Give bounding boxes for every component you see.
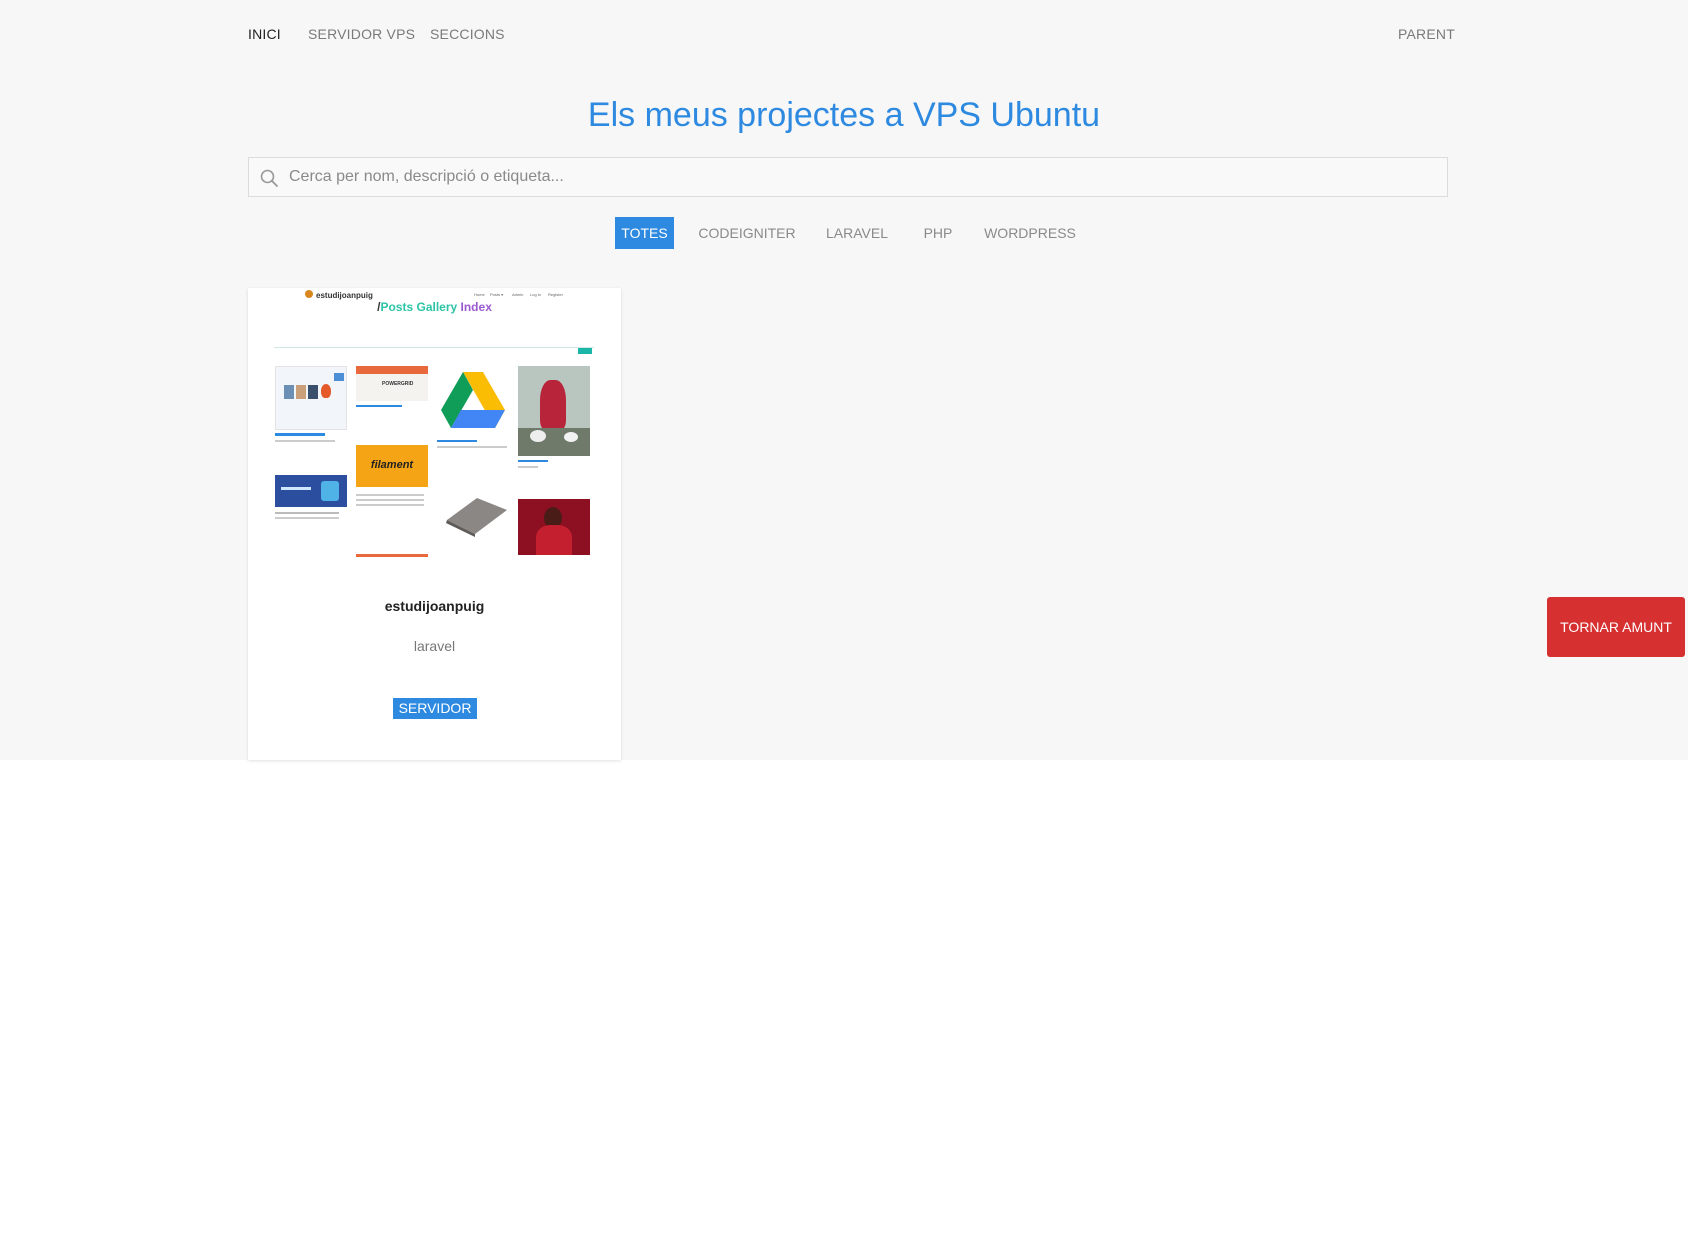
filter-php[interactable]: PHP bbox=[913, 217, 963, 249]
thumbnail-nav-item: Posts ▾ bbox=[490, 292, 504, 297]
nav-item-parent[interactable]: PARENT bbox=[1398, 26, 1455, 42]
top-navigation: INICI SERVIDOR VPS SECCIONS PARENT bbox=[248, 26, 1455, 50]
project-card: estudijoanpuig Home Posts ▾ Admin Log in… bbox=[248, 288, 621, 760]
thumbnail-tile-gallery bbox=[275, 366, 347, 430]
nav-item-seccions[interactable]: SECCIONS bbox=[430, 26, 505, 42]
thumbnail-heading-index: Index bbox=[457, 300, 492, 314]
filter-codeigniter[interactable]: CODEIGNITER bbox=[694, 217, 800, 249]
thumbnail-tile-laptop bbox=[437, 490, 509, 540]
back-to-top-button[interactable]: TORNAR AMUNT bbox=[1547, 597, 1685, 657]
page-title: Els meus projectes a VPS Ubuntu bbox=[587, 96, 1101, 134]
project-thumbnail[interactable]: estudijoanpuig Home Posts ▾ Admin Log in… bbox=[248, 288, 621, 558]
filter-bar: TOTES CODEIGNITER LARAVEL PHP WORDPRESS bbox=[0, 217, 1688, 249]
search-box bbox=[248, 157, 1448, 197]
thumbnail-tile-powergrid: POWERGRID bbox=[356, 366, 428, 401]
search-input[interactable] bbox=[289, 158, 1439, 196]
thumbnail-heading-posts: Posts Gallery bbox=[380, 300, 458, 314]
thumbnail-tile-label: filament bbox=[370, 459, 414, 471]
thumbnail-tile-label: POWERGRID bbox=[382, 381, 414, 387]
thumbnail-nav-item: Register bbox=[548, 292, 563, 297]
thumbnail-nav-item: Log in bbox=[530, 292, 541, 297]
thumbnail-tile-vps bbox=[275, 475, 347, 507]
thumbnail-search-button bbox=[578, 348, 592, 354]
filter-laravel[interactable]: LARAVEL bbox=[821, 217, 893, 249]
project-name: estudijoanpuig bbox=[384, 598, 485, 614]
filter-totes[interactable]: TOTES bbox=[615, 217, 674, 249]
thumbnail-heading: /Posts Gallery Index bbox=[248, 300, 621, 314]
drive-icon bbox=[441, 372, 505, 428]
site-logo-icon bbox=[305, 290, 313, 298]
thumbnail-site-name: estudijoanpuig bbox=[316, 291, 373, 300]
thumbnail-tile-portrait bbox=[518, 499, 590, 555]
search-icon bbox=[260, 169, 278, 187]
project-tag: laravel bbox=[413, 638, 456, 654]
laptop-icon bbox=[446, 498, 507, 537]
nav-item-inici[interactable]: INICI bbox=[248, 26, 281, 42]
servidor-button[interactable]: SERVIDOR bbox=[393, 698, 477, 719]
thumbnail-nav-item: Admin bbox=[512, 292, 524, 297]
thumbnail-nav-item: Home bbox=[474, 292, 485, 297]
filter-wordpress[interactable]: WORDPRESS bbox=[982, 217, 1078, 249]
thumbnail-tile-photo bbox=[518, 366, 590, 456]
thumbnail-tile-drive bbox=[437, 366, 509, 436]
thumbnail-tile-filament: filament bbox=[356, 445, 428, 487]
thumbnail-search-bar bbox=[274, 347, 594, 348]
nav-item-servidor-vps[interactable]: SERVIDOR VPS bbox=[308, 26, 415, 42]
